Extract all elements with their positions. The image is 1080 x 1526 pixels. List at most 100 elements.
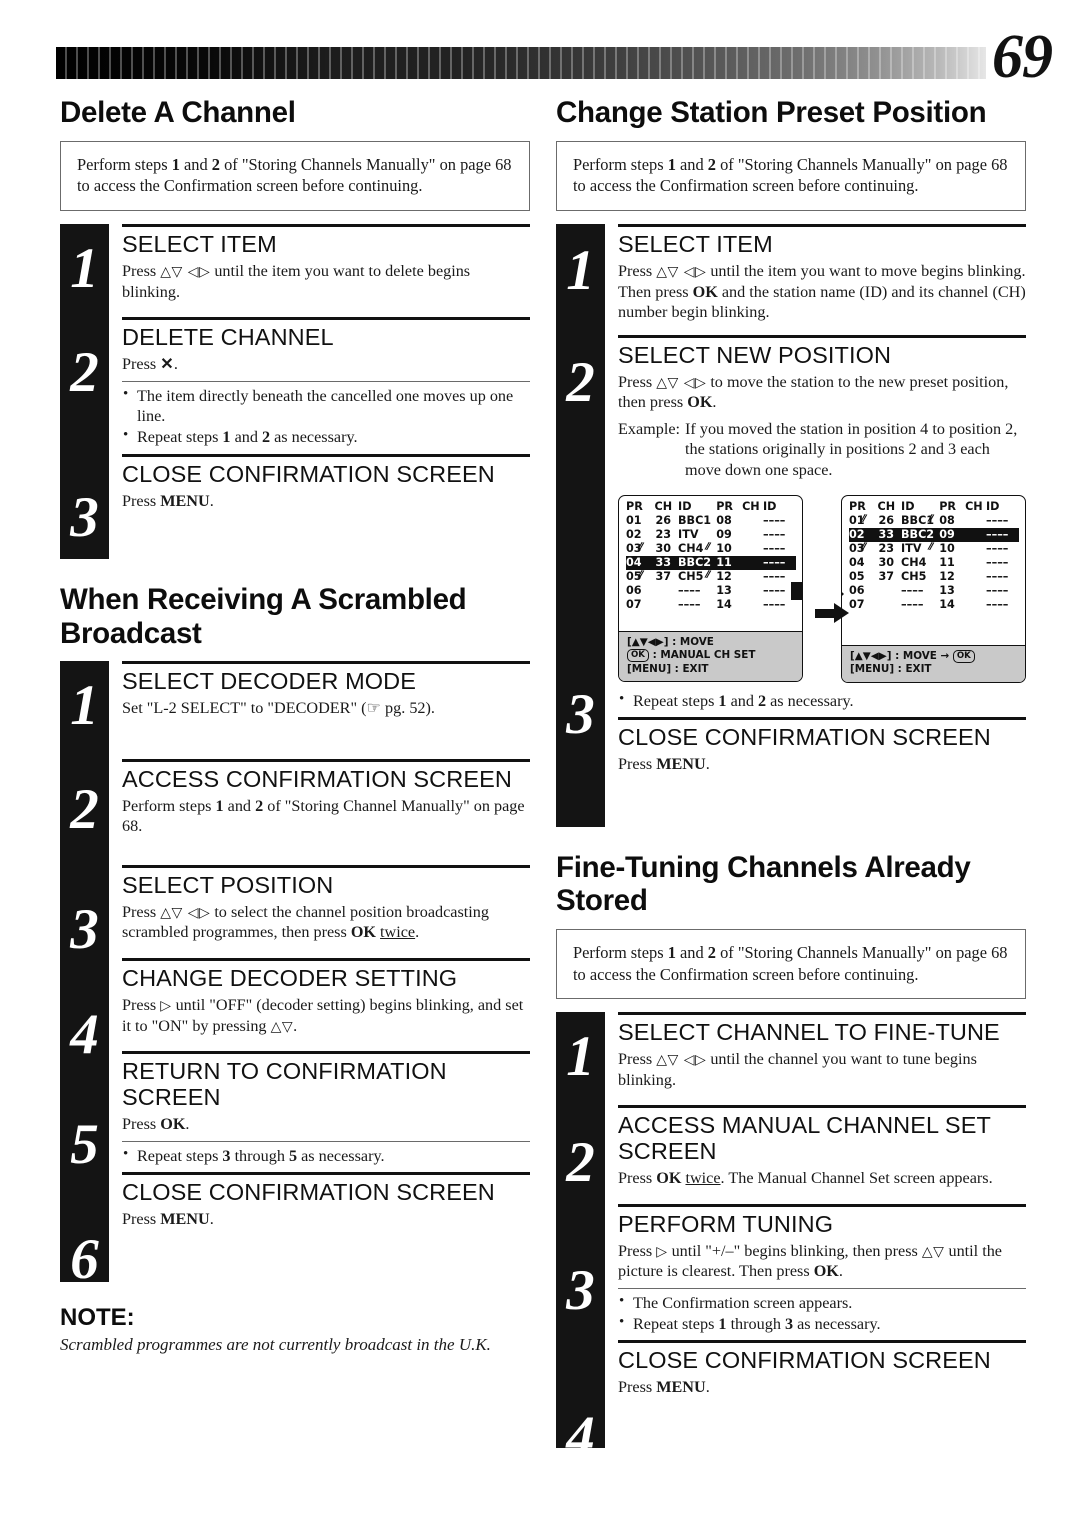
step-access-confirmation-screen: ACCESS CONFIRMATION SCREEN Perform steps…: [122, 758, 530, 865]
osd-footer-after: [▲▼◀▶] : MOVE → OK [MENU] : EXIT: [842, 644, 1025, 682]
step-body: Press OK twice. The Manual Channel Set s…: [618, 1169, 993, 1188]
table-header-row: PR CH ID PR CH ID: [626, 500, 796, 514]
cell-pr: 05: [849, 569, 865, 583]
step-body: Press △▽ ◁▷ until the item you want to m…: [618, 261, 1026, 322]
table-header-row: PR CH ID PR CH ID: [849, 500, 1019, 514]
col-header-ch: CH: [877, 499, 896, 513]
step-heading: ACCESS CONFIRMATION SCREEN: [122, 765, 512, 792]
header-gradient-bar: [56, 47, 986, 79]
step-number-bar: 1 2 3 4: [556, 1012, 605, 1465]
cell-pr2: 09: [716, 527, 732, 541]
steps-change-preset: 1 2 3 SELECT ITEM Press △▽ ◁▷ until the …: [556, 223, 1026, 827]
col-header-pr2: PR: [939, 499, 957, 513]
col-header-pr: PR: [626, 499, 643, 513]
osd-panel-after: PR CH ID PR CH ID 0126BBC108–––– 0233BBC…: [841, 494, 1026, 683]
right-arrow-icon: ▷: [160, 997, 172, 1014]
osd-hint-move: [▲▼◀▶] : MOVE: [627, 635, 714, 648]
table-row: 0537CH512––––: [849, 570, 1019, 584]
table-row: 0537CH512––––: [626, 570, 796, 584]
ok-key-label: OK: [160, 1114, 186, 1133]
cell-id2: ––––: [763, 597, 786, 611]
cell-id: BBC1: [901, 513, 935, 527]
section-title-scrambled: When Receiving A Scrambled Broadcast: [60, 583, 467, 650]
cell-id: CH5: [678, 569, 704, 583]
step-number-bar: 1 2 3: [556, 223, 605, 827]
cell-pr: 01: [626, 513, 642, 527]
cell-id: BBC2: [901, 527, 935, 541]
cell-id2: ––––: [763, 527, 786, 541]
page-header: 69: [0, 0, 1080, 88]
osd-footer-before: [▲▼◀▶] : MOVE OK : MANUAL CH SET [MENU] …: [619, 630, 802, 682]
step-number: 3: [70, 898, 99, 962]
cell-id2: ––––: [986, 513, 1009, 527]
cell-id: ITV: [901, 541, 922, 555]
intro-box-fine-tuning: Perform steps 1 and 2 of "Storing Channe…: [556, 928, 1026, 1000]
step-select-item-preset: SELECT ITEM Press △▽ ◁▷ until the item y…: [618, 223, 1026, 335]
cell-id2: ––––: [763, 513, 786, 527]
col-header-ch: CH: [654, 499, 673, 513]
step-heading: CLOSE CONFIRMATION SCREEN: [122, 460, 495, 487]
step-bullets: Repeat steps 3 through 5 as necessary.: [122, 1142, 530, 1173]
osd-hint-text: [▲▼◀▶] : MOVE →: [850, 649, 953, 662]
section-title-fine-tuning: Fine-Tuning Channels Already Stored: [556, 850, 971, 918]
table-row: 0126BBC108––––: [849, 514, 1019, 528]
cell-id: CH5: [901, 569, 927, 583]
osd-hint-exit: [MENU] : EXIT: [850, 663, 932, 676]
menu-key-label: MENU: [160, 491, 210, 510]
step-number: 2: [70, 778, 99, 842]
table-row-highlighted: 04 33 BBC2 11 ––––: [626, 555, 796, 570]
step-number: 2: [70, 340, 99, 404]
cell-ch: 33: [878, 527, 895, 541]
cell-pr2-blinking: 10: [716, 543, 739, 554]
cell-id: ––––: [901, 597, 924, 611]
list-item: The item directly beneath the cancelled …: [122, 385, 530, 427]
example-label: Example:: [618, 419, 681, 438]
cell-id2: ––––: [763, 569, 786, 583]
cell-id2: ––––: [986, 555, 1009, 569]
step-number: 6: [70, 1228, 99, 1292]
step-delete-channel: DELETE CHANNEL Press ✕. The item directl…: [122, 317, 530, 454]
step-heading: PERFORM TUNING: [618, 1210, 834, 1237]
cell-id2: ––––: [986, 583, 1009, 597]
osd-hint-text: : MANUAL CH SET: [648, 649, 756, 662]
step-close-confirmation-preset: CLOSE CONFIRMATION SCREEN Press MENU.: [618, 717, 1026, 826]
cell-id: ––––: [678, 597, 701, 611]
osd-hint-manual-ch-set: OK : MANUAL CH SET: [627, 649, 797, 663]
cell-id: BBC2: [678, 555, 712, 569]
dpad-arrows-icon: △▽ ◁▷: [656, 263, 707, 280]
right-arrow-icon: ▷: [656, 1243, 668, 1260]
step-access-manual-channel-set: ACCESS MANUAL CHANNEL SET SCREEN Press O…: [618, 1105, 1026, 1203]
intro-box-change-preset: Perform steps 1 and 2 of "Storing Channe…: [556, 140, 1026, 211]
step-number: 5: [70, 1113, 99, 1177]
menu-key-label: MENU: [656, 1378, 706, 1397]
step-bullets: The item directly beneath the cancelled …: [122, 382, 530, 454]
cell-id2: ––––: [986, 597, 1009, 611]
ok-key-label: OK: [692, 282, 718, 301]
step-body: Press OK.: [122, 1114, 190, 1133]
steps-delete-channel: 1 2 3 SELECT ITEM Press △▽ ◁▷ until the …: [60, 223, 530, 560]
osd-table-after: PR CH ID PR CH ID 0126BBC108–––– 0233BBC…: [842, 496, 1025, 615]
table-row: 06 –––– 13 ––––: [849, 584, 1019, 598]
list-item: Repeat steps 1 and 2 as necessary.: [122, 426, 530, 448]
page-number: 69: [992, 23, 1053, 91]
steps-fine-tuning: 1 2 3 4 SELECT CHANNEL TO FINE-TUNE Pres…: [556, 1012, 1026, 1465]
step-select-position: SELECT POSITION Press △▽ ◁▷ to select th…: [122, 864, 530, 958]
table-row-highlighted: 02 33 BBC2 09 ––––: [849, 527, 1019, 542]
cell-id: ––––: [678, 583, 701, 597]
cell-id2: ––––: [986, 541, 1009, 555]
step-body: Press MENU.: [618, 755, 710, 774]
col-header-ch2: CH: [742, 499, 760, 513]
table-row: 07 –––– 14 ––––: [626, 598, 796, 612]
ok-key-label: OK: [350, 923, 376, 942]
ok-button-icon: OK: [627, 649, 649, 663]
osd-table-before: PR CH ID PR CH ID 01 26 BBC1 08 –––– 02 23 ITV…: [619, 496, 802, 615]
step-body: Press △▽ ◁▷ to select the channel positi…: [122, 902, 489, 942]
section-title-change-preset: Change Station Preset Position: [556, 96, 987, 129]
step-body: Press MENU.: [618, 1378, 710, 1397]
cell-pr2-blinking: 10: [939, 543, 962, 554]
step-body: Press △▽ ◁▷ until the channel you want t…: [618, 1050, 977, 1089]
cell-pr: 04: [849, 555, 865, 569]
step-number: 4: [70, 1003, 99, 1067]
cell-pr: 04: [626, 555, 642, 569]
cell-pr2: 12: [939, 569, 955, 583]
